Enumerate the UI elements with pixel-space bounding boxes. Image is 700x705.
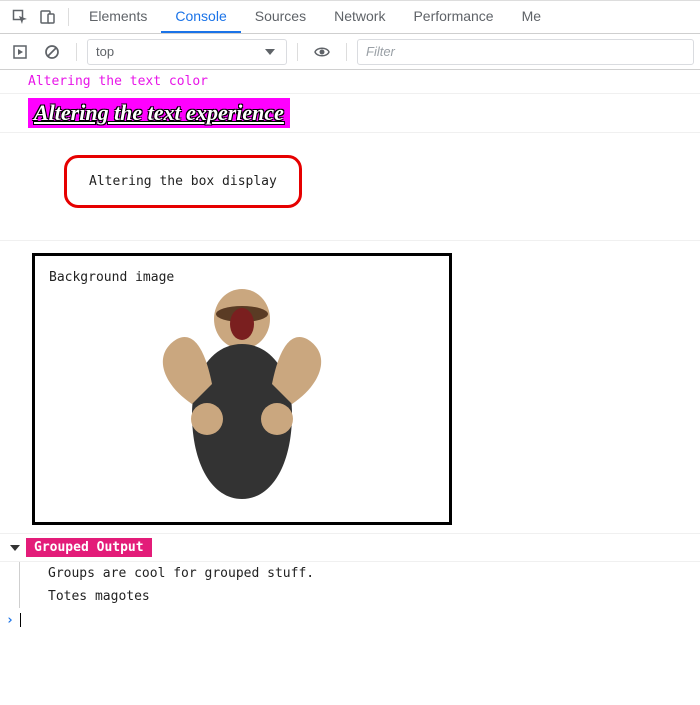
device-toggle-icon[interactable]: [34, 3, 62, 31]
text-caret: [20, 613, 21, 627]
prompt-chevron-icon: ›: [6, 613, 14, 628]
inspect-icon[interactable]: [6, 3, 34, 31]
console-message: Altering the box display: [0, 133, 700, 241]
console-output: Altering the text color Altering the tex…: [0, 70, 700, 705]
step-icon[interactable]: [6, 38, 34, 66]
console-message-text: Groups are cool for grouped stuff.: [20, 562, 700, 585]
tab-console[interactable]: Console: [161, 1, 240, 33]
console-toolbar: top: [0, 34, 700, 70]
console-group-label: Grouped Output: [26, 538, 152, 557]
clear-icon[interactable]: [38, 38, 66, 66]
console-background-image-box: Background image: [32, 253, 452, 525]
separator: [68, 8, 69, 26]
separator: [297, 43, 298, 61]
console-message-text: Background image: [49, 270, 174, 285]
console-message-boxed: Altering the box display: [64, 155, 302, 208]
eye-icon[interactable]: [308, 38, 336, 66]
tab-performance[interactable]: Performance: [399, 1, 507, 33]
image-placeholder: [35, 256, 449, 522]
disclosure-triangle-icon[interactable]: [10, 545, 20, 551]
console-message: Altering the text color: [0, 70, 700, 94]
context-selector[interactable]: top: [87, 39, 287, 65]
console-group-header[interactable]: Grouped Output: [0, 534, 700, 562]
devtools-window: Elements Console Sources Network Perform…: [0, 0, 700, 705]
separator: [76, 43, 77, 61]
console-prompt[interactable]: ›: [0, 608, 700, 632]
tab-sources[interactable]: Sources: [241, 1, 320, 33]
tab-elements[interactable]: Elements: [75, 1, 161, 33]
separator: [346, 43, 347, 61]
console-message: Altering the text experience: [0, 94, 700, 133]
console-group-body: Groups are cool for grouped stuff. Totes…: [19, 562, 700, 608]
console-message: Background image: [0, 241, 700, 534]
context-selector-label: top: [96, 44, 114, 59]
console-message-text: Altering the text experience: [28, 98, 290, 128]
tab-network[interactable]: Network: [320, 1, 399, 33]
devtools-tabbar: Elements Console Sources Network Perform…: [0, 1, 700, 34]
console-message-text: Altering the text color: [28, 74, 208, 89]
console-message-text: Totes magotes: [20, 585, 700, 608]
tabs-list: Elements Console Sources Network Perform…: [75, 1, 555, 33]
chevron-down-icon: [262, 44, 278, 60]
tab-more[interactable]: Me: [508, 1, 555, 33]
filter-input[interactable]: [357, 39, 694, 65]
